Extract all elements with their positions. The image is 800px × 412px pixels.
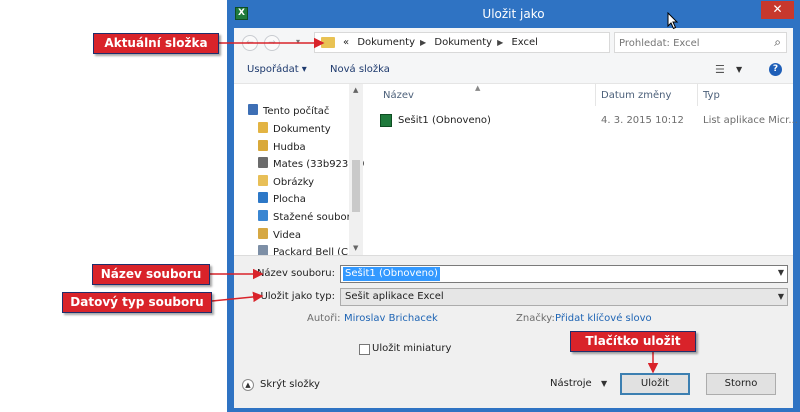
- save-button[interactable]: Uložit: [620, 373, 690, 395]
- screenshot-stage: X Uložit jako ✕ ← → ▾ « Dokumenty ▶ Dokum…: [0, 0, 800, 412]
- sidebar-item-label: Dokumenty: [273, 124, 331, 135]
- file-list: ▲ Název Datum změny Typ Sešit1 (Obnoveno…: [365, 84, 798, 277]
- callout-save-button: Tlačítko uložit: [570, 331, 696, 352]
- sidebar-item-this-pc[interactable]: Tento počítač: [248, 104, 329, 120]
- filename-field[interactable]: Sešit1 (Obnoveno) ▼: [340, 265, 788, 283]
- sidebar-item-label: Plocha: [273, 194, 306, 205]
- address-bar[interactable]: « Dokumenty▶ Dokumenty▶ Excel ⌵ ↻: [314, 32, 681, 53]
- search-box[interactable]: ⌕: [614, 32, 787, 53]
- breadcrumb-overflow[interactable]: «: [343, 37, 349, 48]
- filetype-value: Sešit aplikace Excel: [345, 291, 444, 302]
- sidebar-item-label: Hudba: [273, 142, 306, 153]
- callout-file-type: Datový typ souboru: [62, 292, 212, 313]
- breadcrumb: « Dokumenty ▶ Dokumenty ▶ Excel: [343, 37, 543, 48]
- scroll-down-icon[interactable]: ▼: [353, 244, 358, 252]
- sort-ascending-icon: ▲: [475, 84, 481, 92]
- videos-folder-icon: [258, 228, 268, 239]
- chevron-right-icon[interactable]: ▶: [420, 38, 426, 47]
- cancel-button[interactable]: Storno: [706, 373, 776, 395]
- music-folder-icon: [258, 140, 268, 151]
- tools-button[interactable]: Nástroje: [550, 378, 592, 389]
- scrollbar-thumb[interactable]: [352, 160, 360, 212]
- sidebar-item-documents[interactable]: Dokumenty: [258, 122, 331, 138]
- command-bar: Uspořádat ▾ Nová složka ☰ ▼ ?: [234, 58, 793, 84]
- file-date: 4. 3. 2015 10:12: [601, 115, 684, 126]
- breadcrumb-item[interactable]: Dokumenty: [357, 37, 415, 48]
- breadcrumb-item[interactable]: Dokumenty: [434, 37, 492, 48]
- sidebar-item-label: Videa: [273, 230, 302, 241]
- save-thumbnails-checkbox[interactable]: [359, 344, 370, 355]
- sidebar-item-videos[interactable]: Videa: [258, 228, 301, 244]
- search-icon[interactable]: ⌕: [774, 35, 781, 50]
- callout-current-folder: Aktuální složka: [93, 33, 219, 54]
- sidebar-item-pictures[interactable]: Obrázky: [258, 175, 314, 191]
- forward-arrow-icon[interactable]: →: [264, 35, 280, 51]
- navigation-pane: Tento počítač Dokumenty Hudba Mates (33b…: [234, 84, 365, 255]
- chevron-up-icon[interactable]: ▲: [242, 379, 254, 391]
- close-button[interactable]: ✕: [761, 1, 794, 19]
- filename-value[interactable]: Sešit1 (Obnoveno): [343, 267, 440, 281]
- new-folder-button[interactable]: Nová složka: [330, 64, 390, 75]
- hide-folders-button[interactable]: Skrýt složky: [260, 379, 320, 390]
- sidebar-item-label: Packard Bell (C:): [273, 247, 356, 255]
- navigation-scrollbar[interactable]: ▲ ▼: [349, 84, 363, 255]
- column-header-date[interactable]: Datum změny: [601, 90, 671, 101]
- downloads-folder-icon: [258, 210, 268, 221]
- filename-label: Název souboru:: [256, 268, 335, 279]
- view-chevron-down-icon[interactable]: ▼: [736, 65, 742, 74]
- filetype-select[interactable]: Sešit aplikace Excel ▼: [340, 288, 788, 306]
- mouse-cursor-icon: [667, 12, 679, 30]
- filename-chevron-down-icon[interactable]: ▼: [778, 268, 784, 277]
- dialog-title: Uložit jako: [482, 7, 545, 21]
- dialog-client: ← → ▾ « Dokumenty▶ Dokumenty▶ Excel ⌵ ↻: [234, 28, 798, 408]
- tags-label: Značky:: [516, 313, 555, 324]
- authors-label: Autoři:: [307, 313, 341, 324]
- column-divider[interactable]: [595, 84, 596, 106]
- view-options-icon[interactable]: ☰: [715, 63, 725, 76]
- chevron-right-icon[interactable]: ▶: [497, 38, 503, 47]
- scroll-up-icon[interactable]: ▲: [353, 86, 358, 94]
- save-as-dialog: X Uložit jako ✕ ← → ▾ « Dokumenty ▶ Dokum…: [227, 0, 800, 412]
- column-header-name[interactable]: Název: [383, 90, 414, 101]
- pictures-folder-icon: [258, 175, 268, 186]
- drive-icon: [258, 245, 268, 255]
- column-divider[interactable]: [697, 84, 698, 106]
- folder-icon: [321, 37, 335, 48]
- computer-icon: [248, 104, 258, 115]
- breadcrumb-item[interactable]: Excel: [511, 37, 538, 48]
- tools-chevron-down-icon[interactable]: ▼: [601, 379, 607, 388]
- table-row[interactable]: Sešit1 (Obnoveno) 4. 3. 2015 10:12 List …: [365, 112, 798, 130]
- save-thumbnails-label[interactable]: Uložit miniatury: [372, 343, 451, 354]
- authors-field[interactable]: Miroslav Brichacek: [344, 313, 438, 324]
- excel-file-icon: [380, 114, 392, 127]
- sidebar-item-label: Stažené soubory: [273, 212, 357, 223]
- organize-button[interactable]: Uspořádat ▾: [247, 64, 307, 75]
- filetype-label: Uložit jako typ:: [260, 291, 335, 302]
- file-name: Sešit1 (Obnoveno): [398, 115, 491, 126]
- sidebar-item-drive-c[interactable]: Packard Bell (C:): [258, 245, 355, 255]
- file-type: List aplikace Micr...: [703, 115, 798, 126]
- help-icon[interactable]: ?: [769, 63, 782, 76]
- sidebar-item-music[interactable]: Hudba: [258, 140, 306, 156]
- sidebar-item-desktop[interactable]: Plocha: [258, 192, 306, 208]
- folder-icon: [258, 122, 268, 133]
- sidebar-item-label: Obrázky: [273, 177, 315, 188]
- tags-field[interactable]: Přidat klíčové slovo: [555, 313, 652, 324]
- sidebar-item-downloads[interactable]: Stažené soubory: [258, 210, 357, 226]
- back-arrow-icon[interactable]: ←: [242, 35, 258, 51]
- filetype-chevron-down-icon[interactable]: ▼: [778, 292, 784, 301]
- title-bar[interactable]: X Uložit jako ✕: [227, 0, 800, 28]
- network-computer-icon: [258, 157, 268, 168]
- desktop-folder-icon: [258, 192, 268, 203]
- recent-locations-chevron-icon[interactable]: ▾: [296, 37, 300, 46]
- address-row: ← → ▾ « Dokumenty▶ Dokumenty▶ Excel ⌵ ↻: [234, 28, 793, 58]
- callout-file-name: Název souboru: [92, 264, 210, 285]
- sidebar-item-label: Tento počítač: [263, 106, 330, 117]
- save-options-panel: Název souboru: Sešit1 (Obnoveno) ▼ Uloži…: [234, 255, 793, 408]
- column-header-type[interactable]: Typ: [703, 90, 720, 101]
- search-input[interactable]: [619, 36, 759, 50]
